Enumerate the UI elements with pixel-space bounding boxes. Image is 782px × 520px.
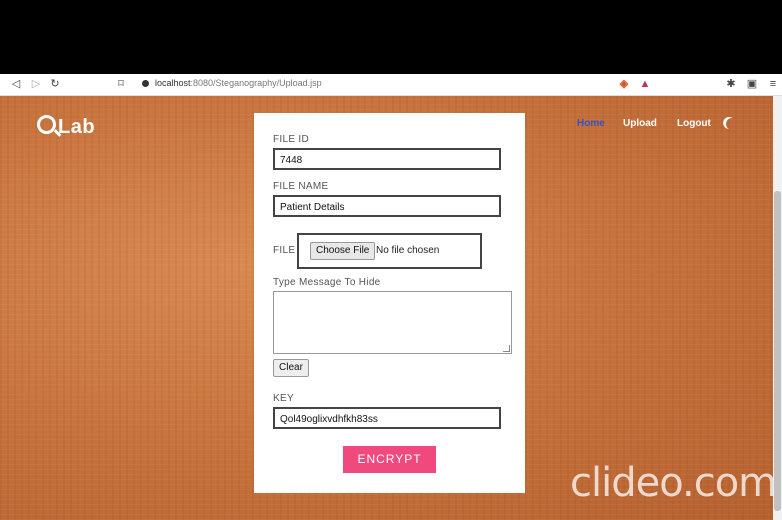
- scrollbar-thumb[interactable]: [774, 191, 781, 511]
- page-scrollbar[interactable]: [773, 96, 782, 520]
- file-name-label: FILE NAME: [273, 181, 329, 192]
- file-picker: Choose File No file chosen: [297, 233, 482, 269]
- back-icon[interactable]: ◁: [9, 77, 23, 91]
- nav-home[interactable]: Home: [577, 118, 605, 129]
- watermark-text: clideo.com: [570, 460, 777, 506]
- site-info-icon[interactable]: [142, 80, 149, 87]
- address-bar[interactable]: localhost:8080/Steganography/Upload.jsp: [134, 76, 610, 93]
- message-label: Type Message To Hide: [273, 277, 381, 288]
- dark-mode-icon[interactable]: [724, 116, 739, 131]
- nav-upload[interactable]: Upload: [623, 118, 657, 129]
- page-background: Lab Home Upload Logout FILE ID 7448 FILE…: [0, 96, 782, 520]
- choose-file-button[interactable]: Choose File: [310, 242, 376, 260]
- site-logo[interactable]: Lab: [37, 114, 95, 139]
- url-text: localhost:8080/Steganography/Upload.jsp: [155, 78, 322, 88]
- key-input[interactable]: Qol49oglixvdhfkh83ss: [273, 407, 501, 429]
- key-label: KEY: [273, 393, 294, 404]
- bookmark-icon[interactable]: ⌑: [114, 77, 128, 91]
- file-id-input[interactable]: 7448: [273, 148, 501, 170]
- search-icon: [37, 115, 56, 134]
- nav-logout[interactable]: Logout: [677, 118, 711, 129]
- wallet-icon[interactable]: ▣: [745, 77, 759, 91]
- brave-shield-icon[interactable]: ◈: [617, 77, 631, 91]
- extensions-icon[interactable]: ✱: [724, 77, 738, 91]
- resize-grip-icon[interactable]: [503, 345, 510, 352]
- encrypt-button[interactable]: ENCRYPT: [343, 446, 436, 473]
- file-name-input[interactable]: Patient Details: [273, 195, 501, 217]
- file-status-text: No file chosen: [376, 245, 440, 256]
- video-letterbox-top: [0, 0, 782, 74]
- file-id-label: FILE ID: [273, 134, 309, 145]
- reload-icon[interactable]: ↻: [48, 77, 62, 91]
- brave-rewards-icon[interactable]: ▲: [638, 77, 652, 91]
- message-textarea[interactable]: [273, 291, 512, 354]
- menu-icon[interactable]: ≡: [766, 77, 780, 91]
- upload-form-card: FILE ID 7448 FILE NAME Patient Details F…: [254, 113, 525, 493]
- file-label: FILE: [273, 245, 296, 256]
- clear-button[interactable]: Clear: [273, 359, 309, 377]
- forward-icon[interactable]: ▷: [29, 77, 43, 91]
- browser-toolbar: ◁ ▷ ↻ ⌑ localhost:8080/Steganography/Upl…: [0, 74, 782, 96]
